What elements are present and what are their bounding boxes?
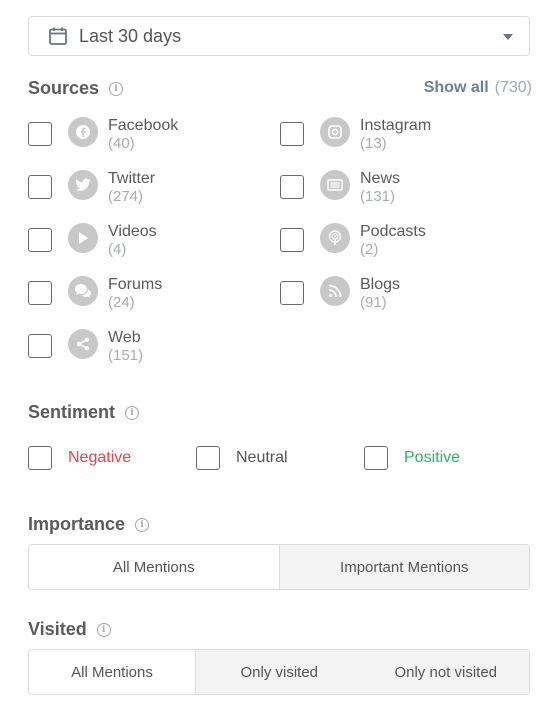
source-name: Facebook — [108, 117, 179, 134]
source-item-web[interactable]: Web (151) — [28, 329, 143, 365]
importance-option-all[interactable]: All Mentions — [29, 545, 279, 589]
source-name: Videos — [108, 223, 157, 240]
source-count: (24) — [108, 294, 135, 311]
source-name: Instagram — [360, 117, 432, 134]
source-item-podcasts[interactable]: Podcasts (2) — [280, 223, 426, 259]
source-count: (2) — [360, 241, 379, 258]
source-item-videos[interactable]: Videos (4) — [28, 223, 157, 259]
source-checkbox[interactable] — [280, 228, 304, 252]
source-count: (40) — [108, 135, 135, 152]
share-icon — [68, 329, 98, 359]
source-name: Podcasts — [360, 223, 426, 240]
visited-option-only-visited[interactable]: Only visited — [196, 650, 363, 694]
source-count: (13) — [360, 135, 387, 152]
sentiment-checkbox[interactable] — [364, 446, 388, 470]
visited-title: Visited i — [28, 619, 111, 640]
sentiment-label: Positive — [404, 449, 461, 466]
news-icon — [320, 170, 350, 200]
info-icon[interactable]: i — [109, 81, 124, 96]
source-checkbox[interactable] — [28, 122, 52, 146]
source-count: (4) — [108, 241, 127, 258]
visited-title-text: Visited — [28, 619, 87, 639]
chevron-down-icon — [503, 34, 513, 40]
info-icon[interactable]: i — [135, 517, 150, 532]
source-checkbox[interactable] — [28, 334, 52, 358]
sentiment-checkbox[interactable] — [28, 446, 52, 470]
importance-title-text: Importance — [28, 514, 126, 534]
date-range-value: Last 30 days — [79, 25, 182, 46]
source-checkbox[interactable] — [28, 281, 52, 305]
source-count: (274) — [108, 188, 144, 205]
source-name: Blogs — [360, 276, 401, 293]
importance-toggle: All Mentions Important Mentions — [28, 544, 530, 590]
chat-bubbles-icon — [68, 276, 98, 306]
source-checkbox[interactable] — [28, 228, 52, 252]
sentiment-checkbox[interactable] — [196, 446, 220, 470]
play-icon — [68, 223, 98, 253]
source-item-facebook[interactable]: Facebook (40) — [28, 117, 178, 153]
source-count: (91) — [360, 294, 387, 311]
importance-option-important[interactable]: Important Mentions — [278, 545, 529, 589]
source-count: (131) — [360, 188, 396, 205]
source-name: Forums — [108, 276, 163, 293]
source-item-twitter[interactable]: Twitter (274) — [28, 170, 155, 206]
source-item-forums[interactable]: Forums (24) — [28, 276, 162, 312]
info-icon[interactable]: i — [96, 622, 111, 637]
sentiment-label: Negative — [68, 449, 132, 466]
date-range-select[interactable]: Last 30 days — [28, 16, 530, 56]
show-all-label: Show all — [423, 79, 489, 96]
calendar-icon — [49, 27, 67, 45]
source-count: (151) — [108, 347, 144, 364]
visited-option-all[interactable]: All Mentions — [29, 650, 196, 694]
podcast-icon — [320, 223, 350, 253]
sentiment-option-neutral[interactable]: Neutral — [196, 446, 288, 470]
source-item-news[interactable]: News (131) — [280, 170, 400, 206]
info-icon[interactable]: i — [125, 405, 140, 420]
twitter-icon — [68, 170, 98, 200]
source-checkbox[interactable] — [280, 175, 304, 199]
show-all-count: (730) — [494, 79, 532, 96]
sentiment-label: Neutral — [236, 449, 288, 466]
source-name: Twitter — [108, 170, 156, 187]
facebook-icon — [68, 117, 98, 147]
sources-title: Sources i — [28, 78, 124, 99]
rss-icon — [320, 276, 350, 306]
source-checkbox[interactable] — [28, 175, 52, 199]
sentiment-option-positive[interactable]: Positive — [364, 446, 460, 470]
sentiment-title-text: Sentiment — [28, 402, 116, 422]
sources-title-text: Sources — [28, 78, 100, 98]
importance-title: Importance i — [28, 514, 150, 535]
source-name: News — [360, 170, 401, 187]
sentiment-option-negative[interactable]: Negative — [28, 446, 131, 470]
source-item-instagram[interactable]: Instagram (13) — [280, 117, 431, 153]
source-checkbox[interactable] — [280, 122, 304, 146]
instagram-icon — [320, 117, 350, 147]
visited-option-only-not-visited[interactable]: Only not visited — [362, 650, 529, 694]
source-checkbox[interactable] — [280, 281, 304, 305]
sentiment-title: Sentiment i — [28, 402, 140, 423]
visited-toggle: All Mentions Only visited Only not visit… — [28, 649, 530, 695]
source-name: Web — [108, 329, 141, 346]
source-item-blogs[interactable]: Blogs (91) — [280, 276, 400, 312]
show-all-link[interactable]: Show all (730) — [424, 79, 532, 97]
